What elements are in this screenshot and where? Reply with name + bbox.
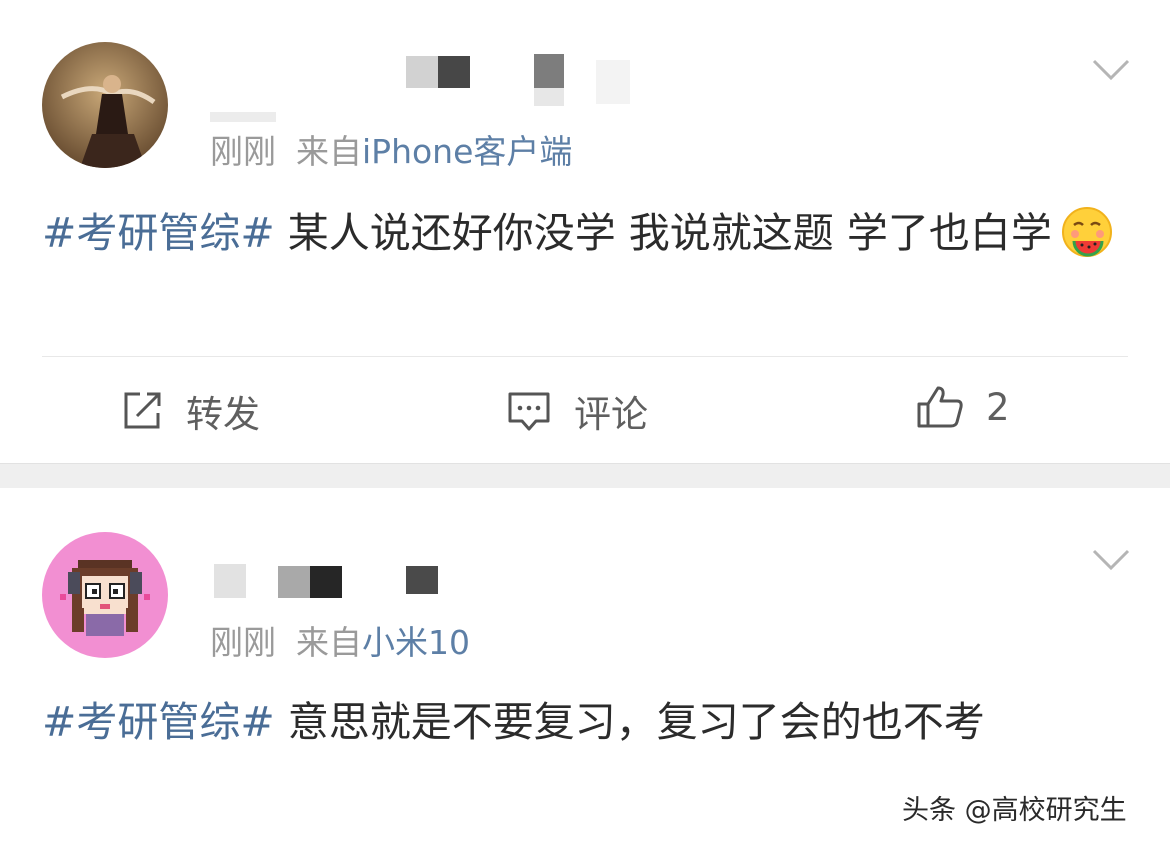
comment-button[interactable]: 评论	[506, 384, 648, 438]
post-time: 刚刚	[210, 132, 276, 171]
repost-label: 转发	[186, 393, 260, 436]
avatar-dancer-image	[42, 42, 168, 168]
hashtag-link[interactable]: #考研管综#	[42, 209, 275, 257]
avatar[interactable]	[42, 42, 168, 168]
watermark: 头条 @高校研究生	[902, 795, 1127, 826]
post-text: 意思就是不要复习，复习了会的也不考	[274, 698, 985, 746]
chevron-down-icon[interactable]	[1092, 58, 1130, 82]
post-from-prefix: 来自	[296, 132, 362, 171]
post-1: 刚刚 来自iPhone客户端 #考研管综# 某人说还好你没学 我说就这题 学了也白…	[0, 0, 1170, 463]
post-content: #考研管综# 某人说还好你没学 我说就这题 学了也白学	[42, 202, 1132, 264]
like-count: 2	[986, 385, 1010, 429]
post-from-prefix: 来自	[296, 623, 362, 662]
comment-label: 评论	[574, 393, 648, 436]
repost-button[interactable]: 转发	[120, 384, 260, 438]
avatar[interactable]	[42, 532, 168, 658]
thumbs-up-icon	[917, 386, 963, 428]
hashtag-link[interactable]: #考研管综#	[42, 698, 275, 746]
post-source[interactable]: iPhone客户端	[362, 132, 572, 171]
post-source[interactable]: 小米10	[362, 623, 470, 662]
avatar-pixel-girl-image	[42, 532, 168, 658]
post-content: #考研管综# 意思就是不要复习，复习了会的也不考	[42, 691, 1132, 753]
post-time: 刚刚	[210, 623, 276, 662]
comment-icon	[508, 392, 550, 431]
repost-icon	[124, 392, 161, 429]
action-separator	[42, 356, 1128, 357]
post-meta: 刚刚 来自小米10	[210, 616, 470, 664]
post-text: 某人说还好你没学 我说就这题 学了也白学	[274, 209, 1052, 257]
post-meta: 刚刚 来自iPhone客户端	[210, 125, 572, 173]
like-button[interactable]: 2	[916, 384, 1010, 430]
post-divider-band	[0, 463, 1170, 489]
watermelon-emoji-icon	[1061, 207, 1112, 257]
chevron-down-icon[interactable]	[1092, 548, 1130, 572]
